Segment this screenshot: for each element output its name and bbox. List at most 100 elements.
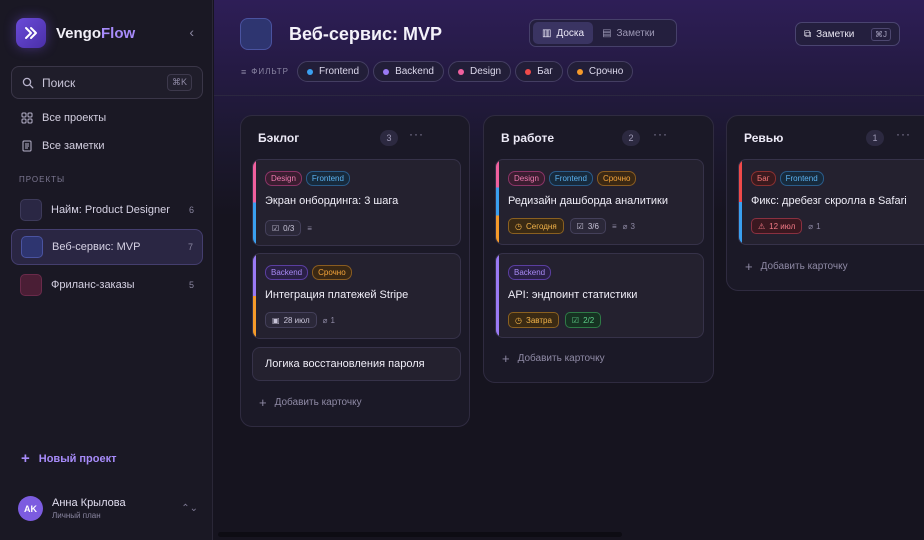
view-toggle: ▥ Доска ▤ Заметки xyxy=(529,19,677,47)
filter-label-text: ФИЛЬТР xyxy=(251,67,290,76)
attachments: ⌀ 1 xyxy=(323,316,335,325)
user-name: Анна Крылова xyxy=(52,497,126,509)
notes-button[interactable]: ⧉ Заметки ⌘J xyxy=(795,22,900,46)
brand-name: VengoFlow xyxy=(56,25,135,42)
filter-chip-backend[interactable]: Backend xyxy=(373,61,444,82)
due-date: Завтра xyxy=(525,315,552,325)
filter-bar: ≡ ФИЛЬТР Frontend Backend Design Баг Сроч… xyxy=(241,61,637,82)
new-project-button[interactable]: + Новый проект xyxy=(21,451,117,466)
checklist-count: 0/3 xyxy=(283,223,295,233)
card[interactable]: Backend API: эндпоинт статистики ◷ Завтра… xyxy=(495,253,704,338)
filter-label: ≡ ФИЛЬТР xyxy=(241,67,289,77)
more-icon[interactable]: ··· xyxy=(653,127,668,141)
card-stripe xyxy=(253,254,256,338)
more-icon[interactable]: ··· xyxy=(896,127,911,141)
paperclip-icon: ⌀ xyxy=(322,315,328,325)
card-stripe xyxy=(253,160,256,245)
project-name: Найм: Product Designer xyxy=(51,204,170,216)
add-card-button[interactable]: + Добавить карточку xyxy=(502,352,605,365)
add-card-button[interactable]: + Добавить карточку xyxy=(745,260,848,273)
filter-chip-label: Срочно xyxy=(588,66,624,77)
checklist-count: 2/2 xyxy=(583,315,595,325)
due-date-badge: ◷ Сегодня xyxy=(508,218,564,234)
user-info: Анна Крылова Личный план xyxy=(52,497,126,520)
notes-icon: ⧉ xyxy=(804,28,812,40)
attachments-count: 1 xyxy=(816,221,821,231)
user-menu[interactable]: AK Анна Крылова Личный план ⌃⌄ xyxy=(18,496,198,521)
tag-design: Design xyxy=(508,171,545,186)
card-stripe xyxy=(496,160,499,244)
filter-dot xyxy=(576,68,583,75)
document-icon xyxy=(22,140,32,152)
card-meta: ◷ Сегодня ☑ 3/6 ≡ ⌀ 3 xyxy=(508,218,641,234)
column-header: В работе 2 ··· xyxy=(501,127,713,146)
filter-chip-urgent[interactable]: Срочно xyxy=(566,61,634,82)
card-title: API: эндпоинт статистики xyxy=(508,289,638,301)
add-card-button[interactable]: + Добавить карточку xyxy=(259,396,362,409)
nav-all-projects-label: Все проекты xyxy=(42,112,107,124)
nav-all-projects[interactable]: Все проекты xyxy=(21,112,106,124)
card[interactable]: Design Frontend Срочно Редизайн дашборда… xyxy=(495,159,704,245)
filter-chip-frontend[interactable]: Frontend xyxy=(297,61,370,82)
card[interactable]: Backend Срочно Интеграция платежей Strip… xyxy=(252,253,461,339)
column-backlog: Бэклог 3 ··· Design Frontend Экран онбор… xyxy=(240,115,470,427)
card-tags: Backend Срочно xyxy=(265,265,356,280)
attachments-count: 3 xyxy=(630,221,635,231)
nav-all-notes[interactable]: Все заметки xyxy=(21,140,104,152)
checkbox-icon: ☑ xyxy=(272,223,280,233)
due-date: 28 июл xyxy=(283,315,310,325)
card-title: Редизайн дашборда аналитики xyxy=(508,195,668,207)
project-name: Веб-сервис: MVP xyxy=(52,241,141,253)
card-title: Экран онбординга: 3 шага xyxy=(265,195,399,207)
card-stripe xyxy=(739,160,742,244)
brand[interactable]: VengoFlow xyxy=(16,18,135,48)
checkbox-icon: ☑ xyxy=(576,221,584,231)
chevron-left-icon[interactable]: ‹ xyxy=(189,25,194,39)
due-date-badge: ▣ 28 июл xyxy=(265,312,317,328)
calendar-icon: ▣ xyxy=(272,315,280,325)
card-tags: Design Frontend xyxy=(265,171,354,186)
checklist-badge: ☑ 0/3 xyxy=(265,220,302,236)
checklist-badge: ☑ 3/6 xyxy=(569,218,606,234)
new-project-label: Новый проект xyxy=(38,453,117,465)
attachments: ⌀ 3 xyxy=(623,222,635,231)
search-icon xyxy=(22,77,34,88)
project-item[interactable]: Найм: Product Designer 6 xyxy=(11,192,203,228)
card-title: Логика восстановления пароля xyxy=(265,358,425,370)
tab-notes[interactable]: ▤ Заметки xyxy=(593,22,664,44)
projects-section-label: ПРОЕКТЫ xyxy=(19,175,66,184)
more-icon[interactable]: ··· xyxy=(409,127,424,141)
tab-board[interactable]: ▥ Доска xyxy=(533,22,594,44)
column-header: Бэклог 3 ··· xyxy=(258,127,469,146)
card[interactable]: Баг Frontend Фикс: дребезг скролла в Saf… xyxy=(738,159,924,245)
filter-dot xyxy=(525,68,532,75)
due-date: Сегодня xyxy=(525,221,557,231)
horizontal-scrollbar[interactable] xyxy=(218,532,622,537)
notes-button-label: Заметки xyxy=(816,28,855,40)
filter-dot xyxy=(307,68,314,75)
sidebar: VengoFlow ‹ Поиск ⌘K Все проекты Все зам… xyxy=(0,0,213,540)
tag-backend: Backend xyxy=(265,265,309,280)
search-input[interactable]: Поиск ⌘K xyxy=(11,66,203,99)
tag-backend: Backend xyxy=(508,265,552,280)
tag-design: Design xyxy=(265,171,302,186)
tab-notes-label: Заметки xyxy=(616,27,655,39)
tag-frontend: Frontend xyxy=(548,171,593,186)
column-count: 3 xyxy=(380,130,398,146)
card-tags: Design Frontend Срочно xyxy=(508,171,640,186)
notes-shortcut: ⌘J xyxy=(871,27,891,41)
project-item-active[interactable]: Веб-сервис: MVP 7 xyxy=(11,229,203,265)
project-swatch xyxy=(20,274,42,296)
card-stripe xyxy=(496,254,499,337)
card[interactable]: Логика восстановления пароля xyxy=(252,347,461,381)
chevron-updown-icon: ⌃⌄ xyxy=(181,503,198,514)
columns-icon: ▥ xyxy=(542,27,552,39)
filter-chip-label: Frontend xyxy=(319,66,360,77)
card[interactable]: Design Frontend Экран онбординга: 3 шага… xyxy=(252,159,461,246)
brand-name-part1: Vengo xyxy=(56,24,102,42)
search-shortcut: ⌘K xyxy=(166,74,192,91)
filter-chip-design[interactable]: Design xyxy=(447,61,512,82)
card-tags: Баг Frontend xyxy=(751,171,828,186)
filter-chip-bug[interactable]: Баг xyxy=(515,61,563,82)
project-item[interactable]: Фриланс-заказы 5 xyxy=(11,267,203,303)
